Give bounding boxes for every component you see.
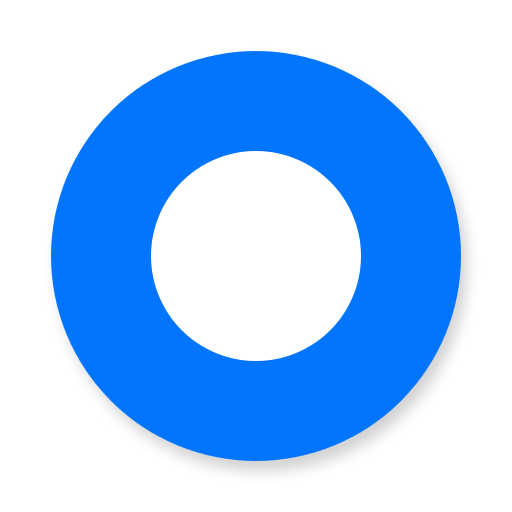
canvas [0, 0, 512, 512]
ring-icon [51, 51, 461, 461]
ring-center-hole [151, 151, 361, 361]
